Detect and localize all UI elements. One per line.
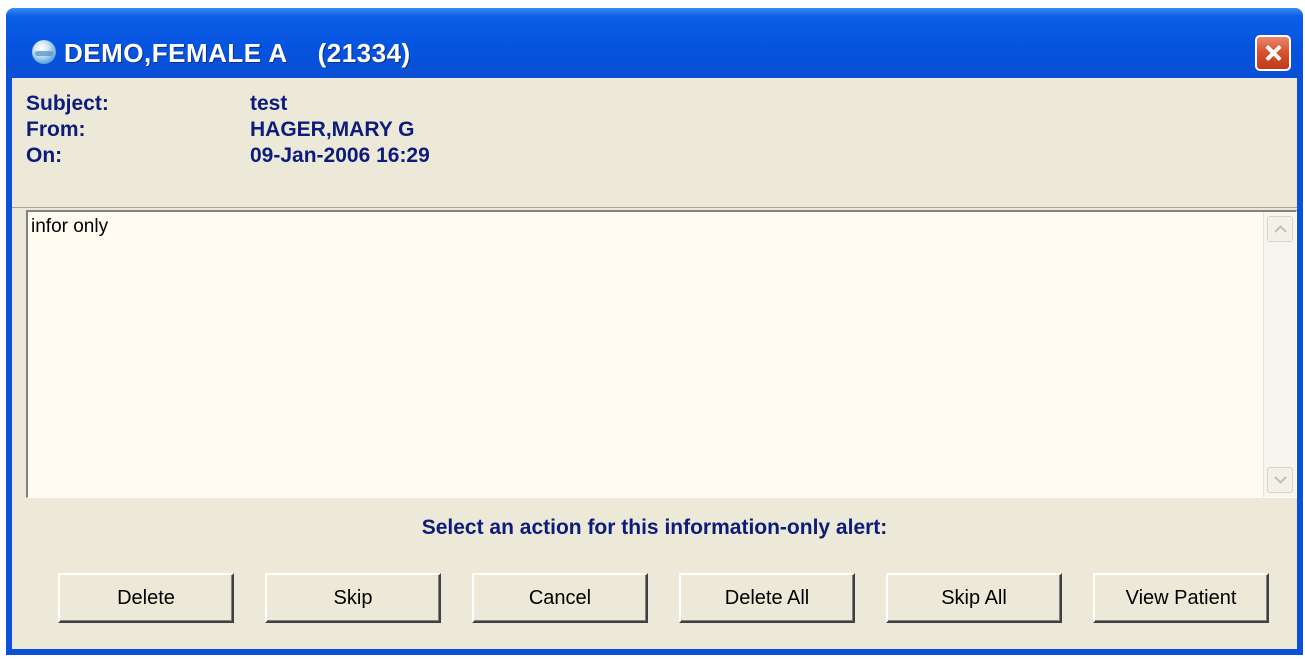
alert-header: Subject: test From: HAGER,MARY G On: 09-Jan… [12,78,1297,208]
scroll-up-button[interactable] [1267,216,1293,242]
on-label: On: [26,144,63,167]
subject-label: Subject: [26,92,109,115]
subject-row: Subject: test [26,90,287,117]
action-prompt: Select an action for this information-on… [421,516,888,539]
from-row: From: HAGER,MARY G [26,116,415,143]
chevron-up-icon [1274,225,1287,233]
close-icon[interactable] [1255,35,1291,71]
title-bar[interactable]: DEMO,FEMALE A (21334) [6,8,1303,78]
from-value: HAGER,MARY G [250,118,415,141]
app-globe-icon [32,40,56,64]
alert-text-area[interactable]: infor only [26,210,1297,498]
dialog-body: Subject: test From: HAGER,MARY G On: 09-Jan… [12,78,1297,649]
skip-all-button[interactable]: Skip All [886,573,1062,623]
vertical-scrollbar[interactable] [1263,212,1296,497]
cancel-button[interactable]: Cancel [472,573,648,623]
skip-button[interactable]: Skip [265,573,441,623]
chevron-down-icon [1274,476,1287,484]
on-value: 09-Jan-2006 16:29 [250,144,430,167]
delete-all-button[interactable]: Delete All [679,573,855,623]
on-row: On: 09-Jan-2006 16:29 [26,142,430,169]
subject-value: test [250,92,288,115]
scroll-down-button[interactable] [1267,467,1293,493]
delete-button[interactable]: Delete [58,573,234,623]
alert-window: DEMO,FEMALE A (21334) Subject: test From:… [6,8,1303,655]
window-title: DEMO,FEMALE A (21334) [64,38,411,68]
alert-text: infor only [31,216,109,237]
from-label: From: [26,118,86,141]
view-patient-button[interactable]: View Patient [1093,573,1269,623]
